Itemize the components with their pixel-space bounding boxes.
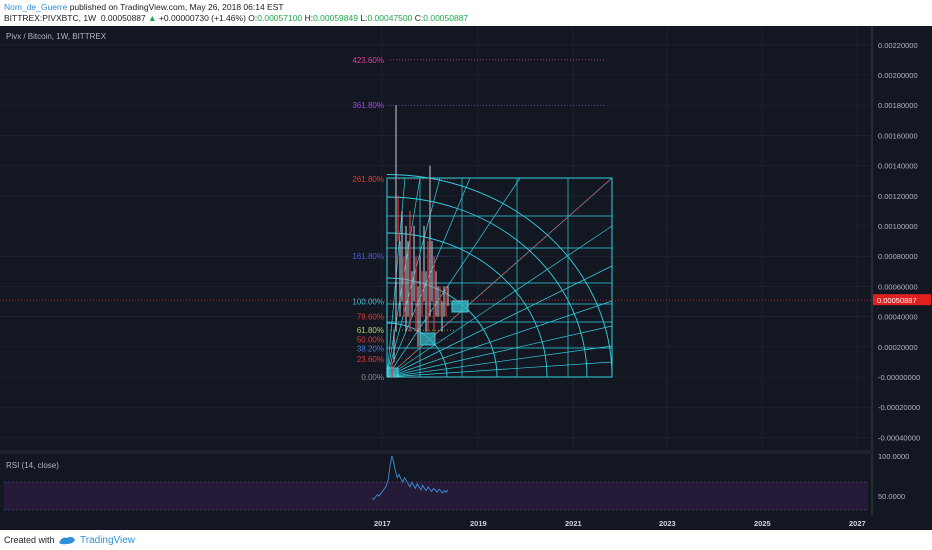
price-tick-label: 0.00220000	[878, 41, 918, 50]
price-tick-label: -0.00000000	[878, 373, 920, 382]
fib-level-label: 423.60%	[352, 56, 384, 65]
fib-level-label: 361.80%	[352, 101, 384, 110]
chart-canvas[interactable]: 0.00220000 0.00200000 0.00180000 0.00160000…	[0, 26, 932, 530]
price-tick-label: 0.00040000	[878, 313, 918, 322]
last-price-tag-text: 0.00050887	[877, 296, 917, 305]
open-label: O:	[248, 13, 258, 23]
time-tick-label: 2017	[374, 519, 391, 528]
time-tick-label: 2025	[754, 519, 771, 528]
price-tick-label: 0.00080000	[878, 252, 918, 261]
rsi-tick-50: 50.0000	[878, 492, 905, 501]
close-value: 0.00050887	[423, 13, 469, 23]
price-tick-label: 0.00140000	[878, 162, 918, 171]
footer: Created with TradingView	[0, 530, 932, 550]
price-tick-label: 0.00060000	[878, 282, 918, 291]
rsi-label: RSI (14, close)	[6, 461, 59, 470]
time-tick-label: 2019	[470, 519, 487, 528]
author-link[interactable]: Nom_de_Guerre	[4, 2, 67, 12]
gann-highlight-box	[451, 300, 469, 313]
rsi-band	[4, 482, 868, 510]
fib-level-label: 78.60%	[357, 313, 384, 322]
tradingview-logo-icon	[58, 534, 76, 548]
chart-header: Nom_de_Guerre published on TradingView.c…	[0, 0, 932, 26]
price-tick-label: 0.00200000	[878, 71, 918, 80]
fib-level-label: 100.00%	[352, 298, 384, 307]
chart-title: Pivx / Bitcoin, 1W, BITTREX	[6, 32, 107, 41]
rsi-tick-100: 100.0000	[878, 452, 909, 461]
up-triangle-icon: ▲	[148, 13, 157, 23]
pane-separator[interactable]	[0, 450, 872, 454]
fib-level-label: 0.00%	[361, 373, 384, 382]
fib-level-label: 50.00%	[357, 335, 384, 344]
fib-level-label: 23.60%	[357, 355, 384, 364]
open-value: 0.00057100	[257, 13, 303, 23]
fib-level-label: 61.80%	[357, 326, 384, 335]
price-tick-label: 0.00100000	[878, 222, 918, 231]
fib-level-label: 261.80%	[352, 175, 384, 184]
price-tick-label: 0.00020000	[878, 343, 918, 352]
tradingview-brand[interactable]: TradingView	[80, 535, 135, 546]
ohlc-line: BITTREX:PIVXBTC, 1W 0.00050887 ▲ +0.0000…	[4, 13, 468, 23]
high-value: 0.00059849	[313, 13, 358, 23]
low-value: 0.00047500	[367, 13, 413, 23]
chart-background	[0, 26, 932, 530]
price-tick-label: -0.00020000	[878, 403, 920, 412]
price-tick-label: 0.00120000	[878, 192, 918, 201]
change-value: +0.00000730 (+1.46%)	[158, 13, 246, 23]
fib-level-label: 161.80%	[352, 252, 384, 261]
price-tick-label: -0.00040000	[878, 433, 920, 442]
time-tick-label: 2023	[659, 519, 676, 528]
created-with-text: Created with	[4, 535, 55, 545]
fib-level-label: 38.20%	[357, 344, 384, 353]
price-tick-label: 0.00180000	[878, 101, 918, 110]
symbol-label: BITTREX:PIVXBTC, 1W	[4, 13, 97, 23]
high-label: H:	[304, 13, 314, 23]
last-price: 0.00050887	[100, 13, 146, 23]
time-tick-label: 2027	[849, 519, 866, 528]
time-tick-label: 2021	[565, 519, 582, 528]
price-tick-label: 0.00160000	[878, 131, 918, 140]
published-text: published on TradingView.com, May 26, 20…	[69, 2, 284, 12]
close-label: C:	[414, 13, 424, 23]
publish-line: Nom_de_Guerre published on TradingView.c…	[4, 2, 284, 12]
time-axis[interactable]	[0, 516, 872, 530]
